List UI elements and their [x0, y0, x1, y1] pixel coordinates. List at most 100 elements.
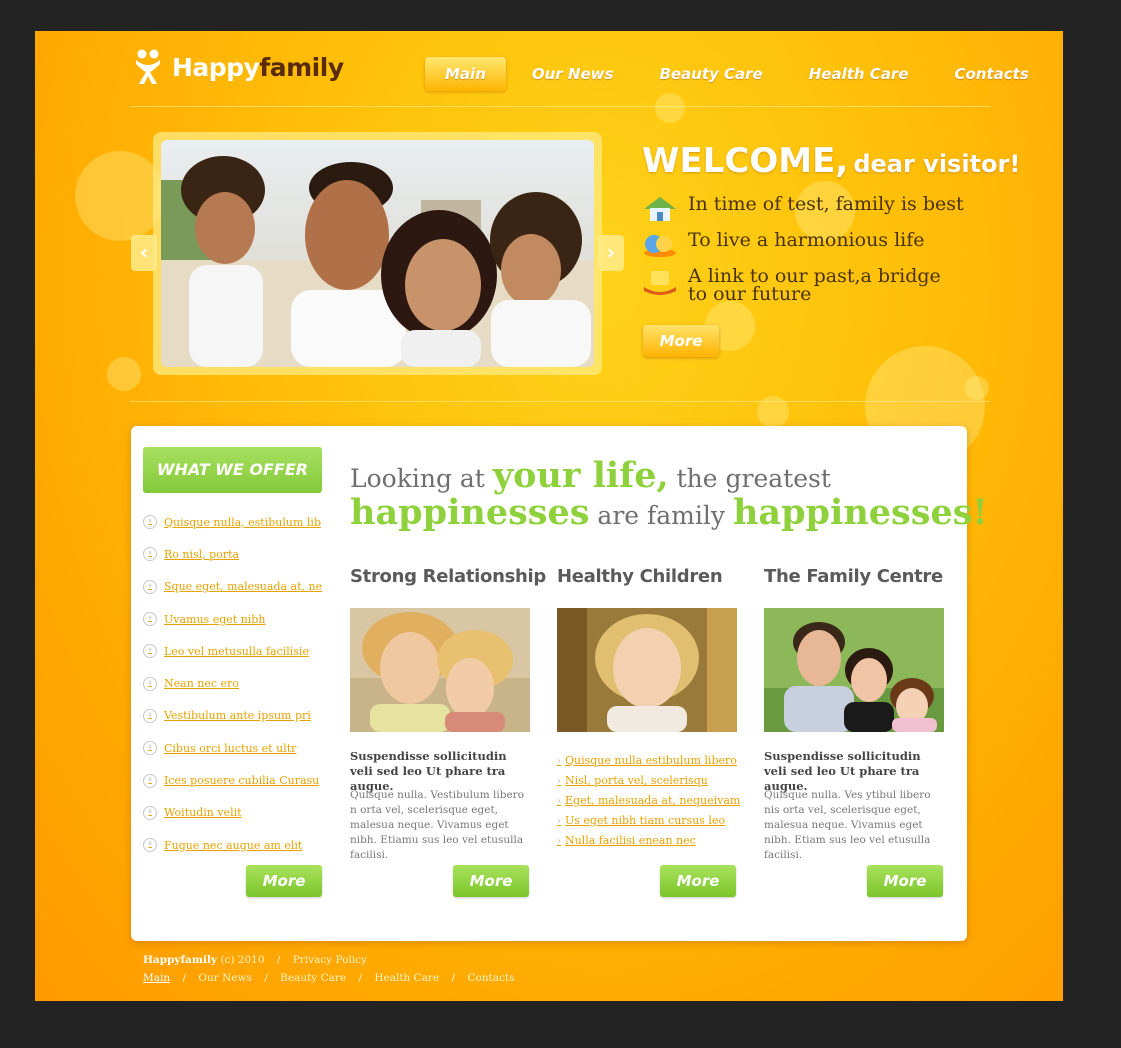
children-link[interactable]: › Quisque nulla estibulum libero [557, 751, 740, 771]
strong-relationship-more-button[interactable]: More [453, 865, 529, 897]
chevron-right-icon: › [557, 836, 561, 847]
footer-link-health-care[interactable]: Health Care [374, 972, 439, 984]
slider-next-button[interactable]: › [598, 235, 624, 271]
feature-item: In time of test, family is best [642, 195, 964, 223]
family-centre-more-button[interactable]: More [867, 865, 943, 897]
feature-item: A link to our past,a bridge to our futur… [642, 267, 958, 304]
feature-item: To live a harmonious life [642, 231, 925, 259]
offer-link[interactable]: › Leo vel metusulla facilisie [143, 635, 322, 667]
chevron-right-icon: › [143, 741, 157, 756]
column-title: Healthy Children [557, 566, 723, 587]
offer-link[interactable]: › Vestibulum ante ipsum pri [143, 700, 322, 732]
hero-more-button[interactable]: More [643, 325, 719, 357]
offer-link[interactable]: › Fugue nec augue am elit [143, 829, 322, 861]
welcome-heading: WELCOME, dear visitor! [642, 141, 1020, 181]
offer-link-label: Woitudin velit [164, 806, 242, 820]
chevron-right-icon: › [143, 838, 157, 853]
tagline-highlight: happinesses! [732, 492, 988, 533]
tagline-highlight: happinesses [350, 492, 590, 533]
footer-link-main[interactable]: Main [143, 972, 170, 984]
chevron-right-icon: › [143, 515, 157, 530]
chevron-right-icon: › [143, 676, 157, 691]
chevron-right-icon: › [143, 644, 157, 659]
tagline-highlight: your life, [492, 455, 669, 496]
family-logo-icon [136, 49, 160, 84]
main-nav: Main Our News Beauty Care Health Care Co… [425, 57, 1055, 91]
children-link-label: Quisque nulla estibulum libero [565, 754, 737, 767]
chevron-right-icon: › [557, 756, 561, 767]
children-link[interactable]: › Nulla facilisi enean nec [557, 831, 740, 851]
offer-link-label: Ices posuere cubilia Curasu [164, 774, 320, 788]
offer-link[interactable]: › Woitudin velit [143, 797, 322, 829]
page: Happyfamily Main Our News Beauty Care He… [35, 31, 1063, 1001]
children-link[interactable]: › Eget, malesuada at, nequeivam [557, 791, 740, 811]
nav-beauty-care[interactable]: Beauty Care [639, 57, 782, 91]
chevron-right-icon: › [143, 773, 157, 788]
column-title: Strong Relationship [350, 566, 547, 587]
children-link-label: Nisl, porta vel, scelerisqu [565, 774, 708, 787]
tagline: Looking at your life, the greatest happi… [350, 458, 988, 533]
footer-link-beauty-care[interactable]: Beauty Care [280, 972, 346, 984]
footer-privacy-link[interactable]: Privacy Policy [293, 954, 367, 966]
chevron-right-icon: › [143, 805, 157, 820]
offer-link[interactable]: › Uvamus eget nibh [143, 603, 322, 635]
logo-text-dark: family [259, 52, 344, 82]
footer-separator: / [451, 972, 456, 984]
footer-copyright: Happyfamily (c) 2010 / Privacy Policy [143, 954, 367, 966]
mother-daughter-photo [350, 608, 530, 732]
footer-link-our-news[interactable]: Our News [198, 972, 252, 984]
column-healthy-children: Healthy Children › Quisque nulla estibulu… [557, 566, 740, 847]
bridge-icon [644, 271, 676, 295]
footer-separator: / [358, 972, 362, 984]
footer-separator: / [182, 972, 187, 984]
bokeh-decoration [107, 357, 141, 391]
hero-divider [130, 401, 990, 402]
globe-icon [644, 235, 676, 257]
children-link[interactable]: › Nisl, porta vel, scelerisqu [557, 771, 740, 791]
offer-more-button[interactable]: More [246, 865, 322, 897]
offer-link-label: Cibus orci luctus et ultr [164, 741, 297, 755]
offer-link[interactable]: › Quisque nulla, estibulum lib [143, 506, 322, 538]
offer-link-label: Leo vel metusulla facilisie [164, 644, 309, 658]
what-we-offer-heading: WHAT WE OFFER [143, 447, 322, 493]
footer-separator: / [264, 972, 268, 984]
slider-prev-button[interactable]: ‹ [131, 235, 157, 271]
bokeh-decoration [75, 151, 165, 241]
nav-health-care[interactable]: Health Care [789, 57, 929, 91]
offer-link[interactable]: › Sque eget, malesuada at, ne [143, 571, 322, 603]
footer-nav: Main / Our News / Beauty Care / Health C… [143, 972, 515, 984]
nav-our-news[interactable]: Our News [512, 57, 634, 91]
chevron-right-icon: › [557, 816, 561, 827]
child-photo [557, 608, 737, 732]
chevron-right-icon: › [143, 708, 157, 723]
offer-link-label: Fugue nec augue am elit [164, 838, 303, 852]
tagline-text: the greatest [668, 464, 831, 493]
logo-text: Happyfamily [172, 53, 344, 82]
site-logo[interactable]: Happyfamily [130, 45, 344, 89]
offer-link-label: Quisque nulla, estibulum lib [164, 515, 321, 529]
children-link-label: Nulla facilisi enean nec [565, 834, 696, 847]
feature-text: In time of test, family is best [688, 193, 964, 215]
tagline-line-1: Looking at your life, the greatest [350, 458, 988, 496]
footer-brand: Happyfamily [143, 954, 218, 966]
offer-link[interactable]: › Ices posuere cubilia Curasu [143, 764, 322, 796]
offer-link[interactable]: › Ro nisl, porta [143, 538, 322, 570]
offer-link[interactable]: › Cibus orci luctus et ultr [143, 732, 322, 764]
chevron-right-icon: › [557, 776, 561, 787]
offer-link-label: Sque eget, malesuada at, ne [164, 580, 323, 594]
offer-link[interactable]: › Nean nec ero [143, 667, 322, 699]
welcome-big: WELCOME, [642, 141, 849, 181]
logo-text-light: Happy [172, 52, 260, 82]
nav-contacts[interactable]: Contacts [934, 57, 1048, 91]
offer-list: › Quisque nulla, estibulum lib › Ro nisl, … [143, 506, 322, 861]
column-family-centre: The Family Centre Suspendisse sollicitud… [764, 566, 944, 861]
column-text: Quisque nulla. Ves ytibul libero nis ort… [764, 789, 931, 861]
column-title: The Family Centre [764, 566, 943, 587]
children-link[interactable]: › Us eget nibh tiam cursus leo [557, 811, 740, 831]
healthy-children-more-button[interactable]: More [660, 865, 736, 897]
nav-main[interactable]: Main [425, 57, 506, 91]
bokeh-decoration [655, 93, 685, 123]
content-panel: WHAT WE OFFER › Quisque nulla, estibulum … [131, 426, 988, 941]
offer-link-label: Nean nec ero [164, 677, 239, 691]
footer-link-contacts[interactable]: Contacts [467, 972, 514, 984]
